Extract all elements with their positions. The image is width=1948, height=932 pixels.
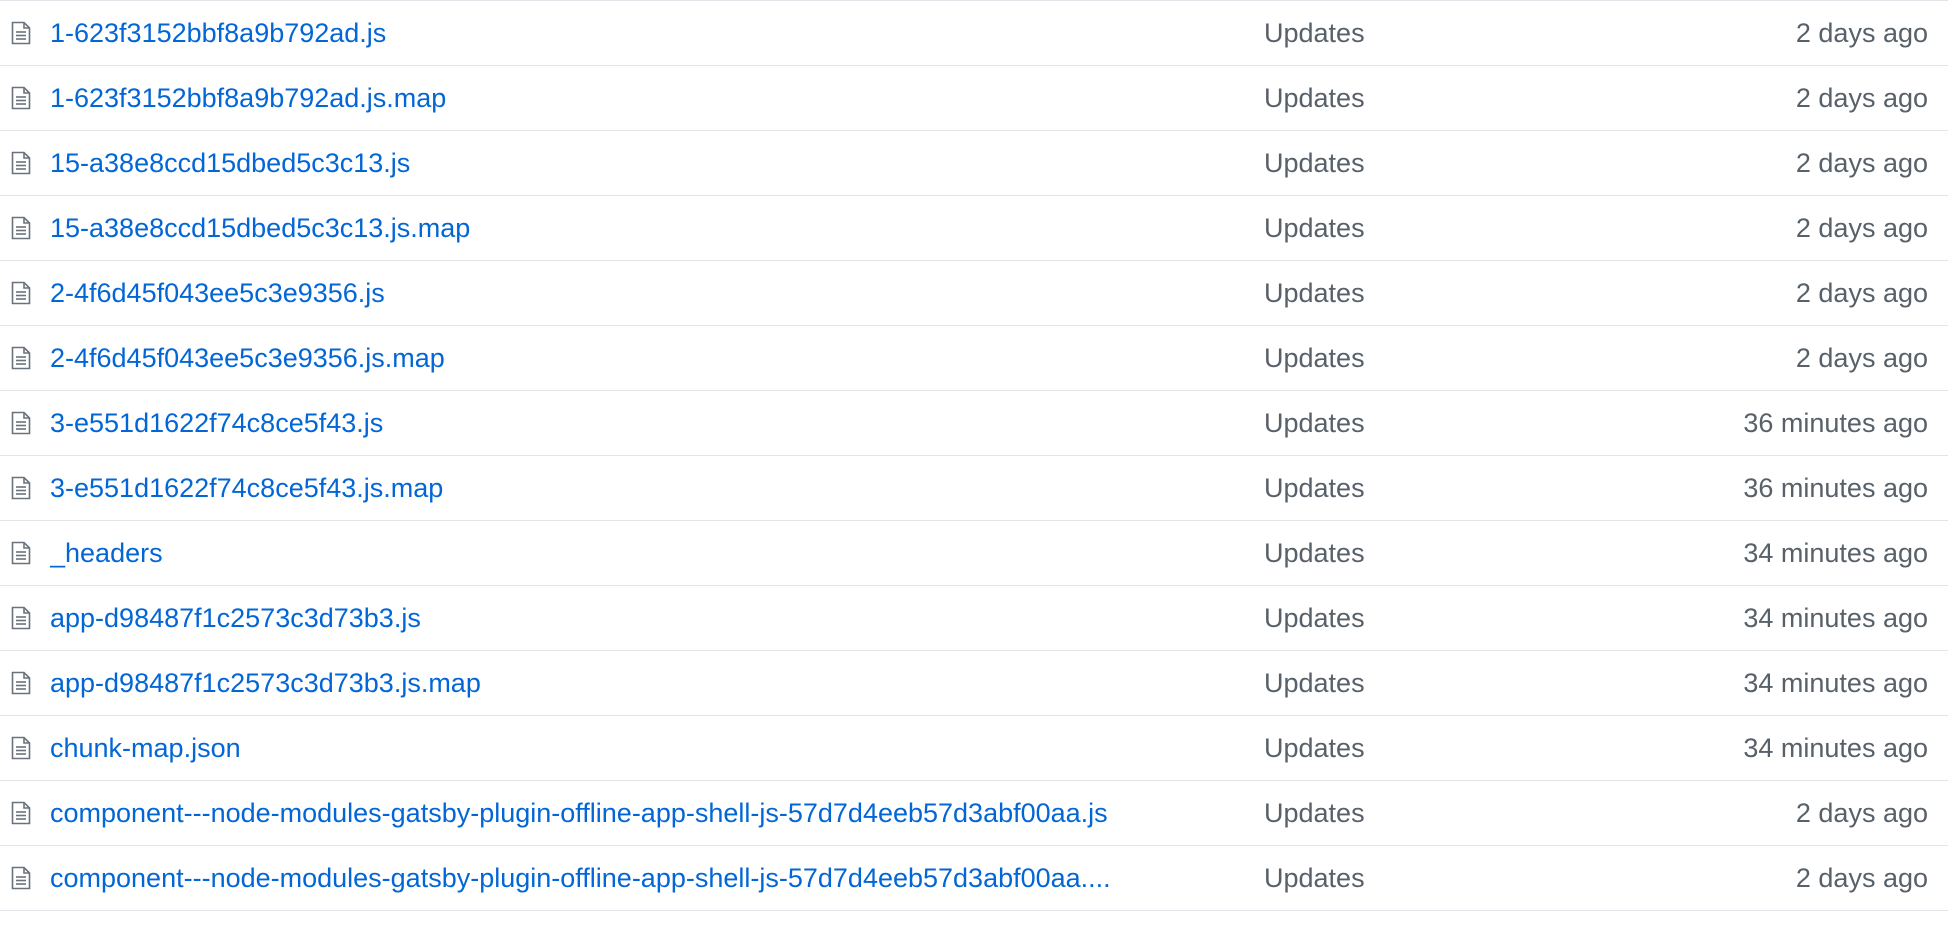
table-row: _headers Updates 34 minutes ago bbox=[0, 521, 1948, 586]
file-name-link[interactable]: 2-4f6d45f043ee5c3e9356.js bbox=[50, 276, 1235, 310]
file-name-link[interactable]: 1-623f3152bbf8a9b792ad.js.map bbox=[50, 81, 1235, 115]
commit-age: 34 minutes ago bbox=[1743, 538, 1928, 568]
table-row: app-d98487f1c2573c3d73b3.js Updates 34 m… bbox=[0, 586, 1948, 651]
file-icon bbox=[10, 150, 32, 176]
file-name-link[interactable]: 1-623f3152bbf8a9b792ad.js bbox=[50, 16, 1235, 50]
table-row: 2-4f6d45f043ee5c3e9356.js.map Updates 2 … bbox=[0, 326, 1948, 391]
file-icon bbox=[10, 280, 32, 306]
file-name-link[interactable]: component---node-modules-gatsby-plugin-o… bbox=[50, 796, 1235, 830]
commit-age: 2 days ago bbox=[1795, 83, 1928, 113]
commit-message-link[interactable]: Updates bbox=[1264, 406, 1365, 440]
table-row: 3-e551d1622f74c8ce5f43.js Updates 36 min… bbox=[0, 391, 1948, 456]
table-row: app-d98487f1c2573c3d73b3.js.map Updates … bbox=[0, 651, 1948, 716]
commit-age: 2 days ago bbox=[1795, 18, 1928, 48]
table-row: chunk-map.json Updates 34 minutes ago bbox=[0, 716, 1948, 781]
commit-age: 34 minutes ago bbox=[1743, 603, 1928, 633]
commit-message-link[interactable]: Updates bbox=[1264, 601, 1365, 635]
file-icon bbox=[10, 20, 32, 46]
commit-message-link[interactable]: Updates bbox=[1264, 796, 1365, 830]
file-name-link[interactable]: 3-e551d1622f74c8ce5f43.js bbox=[50, 406, 1235, 440]
commit-message-link[interactable]: Updates bbox=[1264, 731, 1365, 765]
file-name-link[interactable]: app-d98487f1c2573c3d73b3.js bbox=[50, 601, 1235, 635]
file-icon bbox=[10, 540, 32, 566]
file-icon bbox=[10, 85, 32, 111]
commit-message-link[interactable]: Updates bbox=[1264, 16, 1365, 50]
commit-age: 2 days ago bbox=[1795, 148, 1928, 178]
commit-age: 36 minutes ago bbox=[1743, 473, 1928, 503]
commit-age: 2 days ago bbox=[1795, 863, 1928, 893]
file-name-link[interactable]: 15-a38e8ccd15dbed5c3c13.js.map bbox=[50, 211, 1235, 245]
file-icon bbox=[10, 410, 32, 436]
commit-message-link[interactable]: Updates bbox=[1264, 276, 1365, 310]
file-name-link[interactable]: 15-a38e8ccd15dbed5c3c13.js bbox=[50, 146, 1235, 180]
commit-age: 2 days ago bbox=[1795, 278, 1928, 308]
file-icon bbox=[10, 865, 32, 891]
commit-age: 2 days ago bbox=[1795, 213, 1928, 243]
table-row: component---node-modules-gatsby-plugin-o… bbox=[0, 846, 1948, 911]
commit-message-link[interactable]: Updates bbox=[1264, 211, 1365, 245]
commit-age: 34 minutes ago bbox=[1743, 733, 1928, 763]
file-name-link[interactable]: 3-e551d1622f74c8ce5f43.js.map bbox=[50, 471, 1235, 505]
commit-message-link[interactable]: Updates bbox=[1264, 146, 1365, 180]
table-row: 15-a38e8ccd15dbed5c3c13.js.map Updates 2… bbox=[0, 196, 1948, 261]
commit-age: 2 days ago bbox=[1795, 343, 1928, 373]
file-icon bbox=[10, 735, 32, 761]
file-name-link[interactable]: app-d98487f1c2573c3d73b3.js.map bbox=[50, 666, 1235, 700]
file-icon bbox=[10, 670, 32, 696]
file-icon bbox=[10, 215, 32, 241]
commit-message-link[interactable]: Updates bbox=[1264, 471, 1365, 505]
commit-message-link[interactable]: Updates bbox=[1264, 536, 1365, 570]
commit-age: 34 minutes ago bbox=[1743, 668, 1928, 698]
file-list-table: 1-623f3152bbf8a9b792ad.js Updates 2 days… bbox=[0, 0, 1948, 911]
table-row: 1-623f3152bbf8a9b792ad.js Updates 2 days… bbox=[0, 1, 1948, 66]
table-row: 3-e551d1622f74c8ce5f43.js.map Updates 36… bbox=[0, 456, 1948, 521]
file-name-link[interactable]: 2-4f6d45f043ee5c3e9356.js.map bbox=[50, 341, 1235, 375]
file-name-link[interactable]: _headers bbox=[50, 536, 1235, 570]
file-name-link[interactable]: chunk-map.json bbox=[50, 731, 1235, 765]
table-row: 2-4f6d45f043ee5c3e9356.js Updates 2 days… bbox=[0, 261, 1948, 326]
file-name-link[interactable]: component---node-modules-gatsby-plugin-o… bbox=[50, 861, 1235, 895]
commit-age: 2 days ago bbox=[1795, 798, 1928, 828]
table-row: 1-623f3152bbf8a9b792ad.js.map Updates 2 … bbox=[0, 66, 1948, 131]
commit-age: 36 minutes ago bbox=[1743, 408, 1928, 438]
file-icon bbox=[10, 605, 32, 631]
file-icon bbox=[10, 475, 32, 501]
commit-message-link[interactable]: Updates bbox=[1264, 341, 1365, 375]
table-row: component---node-modules-gatsby-plugin-o… bbox=[0, 781, 1948, 846]
file-icon bbox=[10, 345, 32, 371]
commit-message-link[interactable]: Updates bbox=[1264, 81, 1365, 115]
table-row: 15-a38e8ccd15dbed5c3c13.js Updates 2 day… bbox=[0, 131, 1948, 196]
file-icon bbox=[10, 800, 32, 826]
commit-message-link[interactable]: Updates bbox=[1264, 666, 1365, 700]
commit-message-link[interactable]: Updates bbox=[1264, 861, 1365, 895]
